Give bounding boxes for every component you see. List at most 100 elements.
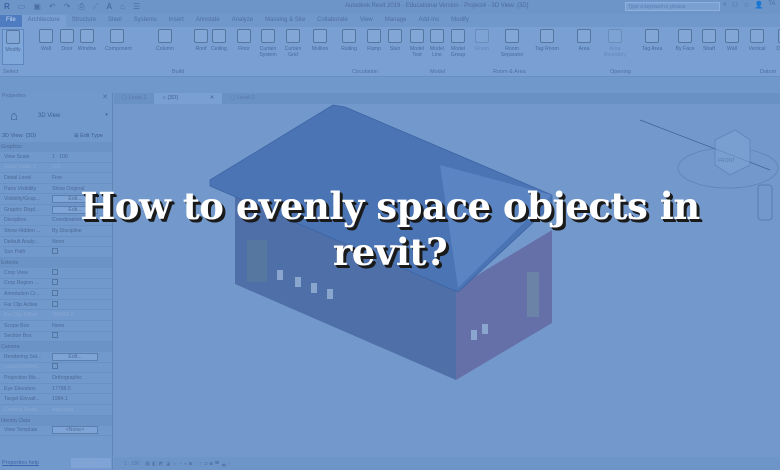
ribbon-button-stair[interactable]: Stair [383,29,407,52]
view-tab-level-1[interactable]: ▢ Level 1 [114,93,154,104]
checkbox[interactable] [52,363,58,370]
3d-view-icon[interactable]: ⌂ [120,2,125,12]
tab-architecture[interactable]: Architecture [21,15,66,27]
category-identity-data[interactable]: Identity Data [0,415,112,426]
subscription-icon[interactable]: ⚇ [732,1,738,9]
revit-logo-icon[interactable]: R [4,2,10,12]
checkbox[interactable] [52,289,58,296]
panel-label-room-area[interactable]: Room & Area [493,69,526,75]
ribbon-button-by-face[interactable]: By Face [673,29,697,52]
category-graphics[interactable]: Graphics [0,142,112,152]
shaft-icon [702,29,716,43]
search-input[interactable]: Type a keyword or phrase [625,2,720,11]
curtain-system-icon [261,29,275,43]
button-label: By Face [675,46,695,52]
checkbox[interactable] [52,300,58,307]
save-icon[interactable]: ▣ [33,2,41,12]
ribbon-button-dormer[interactable]: Dormer [773,29,780,52]
close-tab-icon[interactable]: ✕ [210,95,215,101]
property-value[interactable]: Orthographic [50,375,112,381]
property-value[interactable] [50,279,112,287]
checkbox[interactable] [52,332,58,339]
property-value[interactable]: None [50,323,112,329]
category-camera[interactable]: Camera [0,342,112,353]
binoculars-icon[interactable]: ⌕ [723,1,727,9]
ribbon-button-modify[interactable]: Modify [2,29,24,65]
open-icon[interactable]: ▭ [18,2,26,12]
view-scale[interactable]: 1 : 100 [124,461,139,467]
view-instance-selector[interactable]: 3D View: {3D} [2,133,70,139]
tab-modify[interactable]: Modify [445,15,475,27]
property-value[interactable]: <None> [50,426,112,435]
tab-analyze[interactable]: Analyze [226,15,259,27]
properties-help-link[interactable]: Properties help [2,460,39,466]
view-tab-level-2[interactable]: ▢ Level 2 [222,93,262,104]
print-icon[interactable]: ⎙ [78,2,84,12]
property-row: Far Clip Active [0,300,112,311]
tab-massing-site[interactable]: Massing & Site [259,15,311,27]
property-value[interactable]: 1984.1 [50,396,112,402]
ribbon-button-room-separator[interactable]: Room Separator [500,29,524,58]
3d-viewport[interactable]: FRONT [114,104,780,457]
tab-systems[interactable]: Systems [128,15,163,27]
tab-insert[interactable]: Insert [163,15,190,27]
button-label: Model Group [450,46,466,58]
ribbon-button-curtain-grid[interactable]: Curtain Grid [281,29,305,58]
tab-file[interactable]: File [0,15,22,27]
ribbon-button-component[interactable]: Component [105,29,132,52]
user-icon[interactable]: 👤 [754,1,763,9]
ribbon-button-model-group[interactable]: Model Group [446,29,470,58]
tab-add-ins[interactable]: Add-Ins [412,15,445,27]
property-value[interactable]: Fine [50,175,112,181]
tab-annotate[interactable]: Annotate [190,15,226,27]
tab-manage[interactable]: Manage [379,15,413,27]
view-control-icons[interactable]: ▦◧◩◪☼◔◕◙◌♀◘◙◚◛‹ [145,461,232,467]
ribbon-button-railing[interactable]: Railing [337,29,361,52]
redo-icon[interactable]: ↷ [64,2,71,12]
ribbon-button-mullion[interactable]: Mullion [308,29,332,52]
property-value[interactable] [50,300,112,309]
apply-button[interactable]: Apply [71,458,111,468]
panel-label-select[interactable]: Select [3,69,18,75]
viewcube[interactable]: FRONT [677,129,779,189]
close-icon[interactable]: ✕ [102,93,108,101]
tab-structure[interactable]: Structure [66,15,102,27]
edit-type-button[interactable]: ⊞ Edit Type [74,133,103,139]
type-selector[interactable]: ⌂ 3D View ▾ [0,102,112,130]
ribbon-button-vertical[interactable]: Vertical [745,29,769,52]
category-label: Graphics [1,144,22,150]
edit-button[interactable]: Edit... [52,352,98,361]
ribbon-button-ceiling[interactable]: Ceiling [207,29,231,52]
button-label: Tag Room [535,46,559,52]
text-icon[interactable]: A [106,2,112,12]
switch-windows-icon[interactable]: ☰ [133,2,140,12]
ribbon-button-shaft[interactable]: Shaft [697,29,721,52]
property-name: Camera Positi... [4,406,41,413]
ribbon-button-wall[interactable]: Wall [720,29,744,52]
edit-button[interactable]: <None> [52,426,98,435]
ribbon-button-tag-room[interactable]: Tag Room [535,29,559,52]
tab-collaborate[interactable]: Collaborate [311,15,354,27]
ribbon-button-area-boundary[interactable]: Area Boundary [603,29,627,58]
user-name[interactable]: TA [768,1,775,9]
property-value[interactable] [50,289,112,298]
property-value[interactable]: 17788.5 [50,386,112,392]
favorites-star-icon[interactable]: ☆ [743,1,749,9]
property-name: Detail Level [4,174,32,181]
view-tab-3d[interactable]: ⌂ {3D} ✕ [154,93,223,104]
property-value[interactable]: Edit... [50,352,112,361]
undo-icon[interactable]: ↶ [49,2,56,12]
ribbon-button-floor[interactable]: Floor [232,29,256,52]
ribbon-button-column[interactable]: Column [153,29,177,52]
property-value[interactable] [50,332,112,340]
ribbon-button-curtain-system[interactable]: Curtain System [256,29,280,58]
ribbon-button-area[interactable]: Area [572,29,596,52]
checkbox[interactable] [52,279,58,286]
ribbon-button-room[interactable]: Room [470,29,494,52]
measure-icon[interactable]: ⟋ [93,2,99,12]
tab-steel[interactable]: Steel [102,15,128,27]
tab-view[interactable]: View [354,15,379,27]
property-value[interactable]: 1 : 100 [50,154,112,160]
ribbon-button-window[interactable]: Window [75,29,99,52]
ribbon-button-tag-area[interactable]: Tag Area [640,29,664,52]
